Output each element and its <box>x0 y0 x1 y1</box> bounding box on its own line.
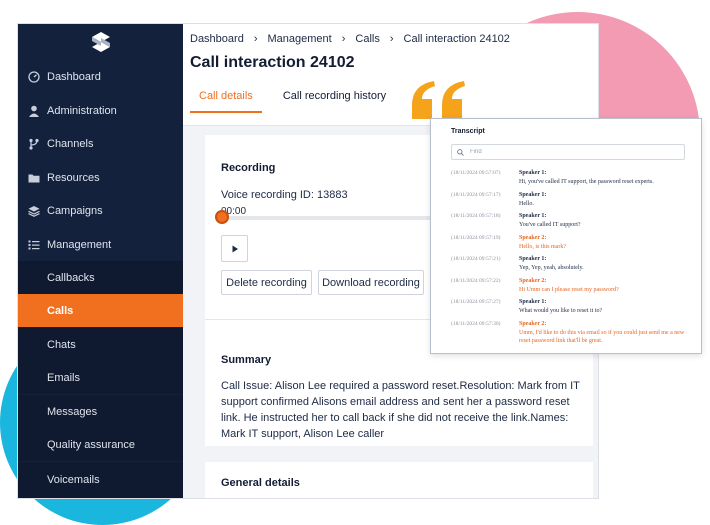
sidebar-item-label: Messages <box>47 405 98 418</box>
breadcrumb: Dashboard › Management › Calls › Call in… <box>190 33 510 45</box>
sidebar-item-channels[interactable]: Channels <box>18 127 183 160</box>
sidebar-item-label: Calls <box>47 304 74 317</box>
sidebar-item-label: Emails <box>47 371 81 384</box>
user-icon <box>27 104 40 117</box>
breadcrumb-calls[interactable]: Calls <box>355 33 379 45</box>
sidebar-subitem-messages[interactable]: Messages <box>18 395 183 428</box>
message-speaker: Speaker 1: <box>519 213 547 219</box>
message-timestamp: (18/11/2024 09:57:07) <box>451 170 501 176</box>
sidebar-item-management[interactable]: Management <box>18 228 183 261</box>
message-speaker: Speaker 1: <box>519 299 547 305</box>
delete-recording-button[interactable]: Delete recording <box>221 270 312 295</box>
sidebar-item-label: Administration <box>47 104 117 117</box>
audio-progress-track[interactable] <box>221 216 439 220</box>
sidebar-item-label: Callbacks <box>47 271 95 284</box>
sidebar-item-label: Quality assurance <box>47 438 136 451</box>
message-text: Hello, is this mark? <box>519 244 566 250</box>
section-gap <box>205 446 593 462</box>
sidebar-item-campaigns[interactable]: Campaigns <box>18 194 183 227</box>
folder-icon <box>27 171 40 184</box>
play-icon <box>232 245 238 252</box>
message-timestamp: (18/11/2024 09:57:27) <box>451 299 501 305</box>
message-timestamp: (18/11/2024 09:57:18) <box>451 213 501 219</box>
message-timestamp: (18/11/2024 09:57:19) <box>451 235 501 241</box>
quote-marks-icon <box>412 81 465 119</box>
message-text: Umm, I'd like to do this via email so if… <box>519 330 685 344</box>
sidebar-subitem-quality-assurance[interactable]: Quality assurance <box>18 428 183 461</box>
message-speaker: Speaker 1: <box>519 256 547 262</box>
general-details-heading: General details <box>221 477 300 489</box>
transcript-search-input[interactable] <box>468 148 672 156</box>
chevron-right-icon: › <box>253 33 258 45</box>
tab-call-recording-history[interactable]: Call recording history <box>274 90 395 113</box>
sidebar-item-label: Chats <box>47 338 76 351</box>
page-header: Dashboard › Management › Calls › Call in… <box>183 24 598 126</box>
sidebar-subitem-callbacks[interactable]: Callbacks <box>18 261 183 294</box>
sidebar-subitem-emails[interactable]: Emails <box>18 361 183 394</box>
sidebar: Dashboard Administration Channels Resour… <box>18 24 183 498</box>
breadcrumb-current: Call interaction 24102 <box>403 33 510 45</box>
sidebar-item-resources[interactable]: Resources <box>18 161 183 194</box>
message-speaker: Speaker 1: <box>519 170 547 176</box>
sidebar-item-label: Dashboard <box>47 70 101 83</box>
tab-bar: Call details Call recording history <box>190 90 395 113</box>
message-speaker: Speaker 2: <box>519 321 547 327</box>
sidebar-item-label: Management <box>47 238 112 251</box>
sidebar-item-label: Campaigns <box>47 204 103 217</box>
message-timestamp: (18/11/2024 09:57:21) <box>451 256 501 262</box>
message-text: What would you like to reset it to? <box>519 308 603 314</box>
sidebar-subitem-calls[interactable]: Calls <box>18 294 183 327</box>
dashboard-icon <box>27 70 40 83</box>
list-icon <box>27 238 40 251</box>
transcript-search <box>451 144 685 160</box>
message-timestamp: (18/11/2024 09:57:30) <box>451 321 501 327</box>
logo-icon[interactable] <box>90 31 112 53</box>
voice-recording-id: Voice recording ID: 13883 <box>221 189 348 201</box>
play-button[interactable] <box>221 235 248 262</box>
sidebar-subitem-chats[interactable]: Chats <box>18 328 183 361</box>
message-text: You've called IT support? <box>519 222 581 228</box>
message-speaker: Speaker 1: <box>519 192 547 198</box>
message-text: Hi Umm can I please reset my password? <box>519 287 619 293</box>
page-title: Call interaction 24102 <box>190 54 355 71</box>
chevron-right-icon: › <box>341 33 346 45</box>
message-text: Yep, Yep, yeah, absolutely. <box>519 265 584 271</box>
layers-icon <box>27 204 40 217</box>
channels-icon <box>27 137 40 150</box>
message-speaker: Speaker 2: <box>519 278 547 284</box>
message-timestamp: (18/11/2024 09:57:17) <box>451 192 501 198</box>
sidebar-item-label: Voicemails <box>47 474 100 486</box>
message-speaker: Speaker 2: <box>519 235 547 241</box>
chevron-right-icon: › <box>389 33 394 45</box>
tab-call-details[interactable]: Call details <box>190 90 262 113</box>
search-icon <box>457 148 464 156</box>
sidebar-item-label: Channels <box>47 137 94 150</box>
transcript-panel: Transcript (18/11/2024 09:57:07) Speaker… <box>430 118 702 354</box>
message-timestamp: (18/11/2024 09:57:22) <box>451 278 501 284</box>
sidebar-item-dashboard[interactable]: Dashboard <box>18 60 183 93</box>
sidebar-subitem-voicemails[interactable]: Voicemails <box>18 462 183 498</box>
message-text: Hello. <box>519 201 534 207</box>
transcript-title: Transcript <box>451 128 485 135</box>
summary-text: Call Issue: Alison Lee required a passwo… <box>221 380 580 440</box>
sidebar-item-label: Resources <box>47 171 100 184</box>
message-text: Hi, you've called IT support, the passwo… <box>519 179 654 185</box>
audio-progress-thumb[interactable] <box>217 212 227 222</box>
breadcrumb-management[interactable]: Management <box>268 33 332 45</box>
download-recording-button[interactable]: Download recording <box>318 270 424 295</box>
summary-heading: Summary <box>221 354 272 366</box>
sidebar-item-administration[interactable]: Administration <box>18 94 183 127</box>
breadcrumb-dashboard[interactable]: Dashboard <box>190 33 244 45</box>
recording-heading: Recording <box>221 162 276 174</box>
